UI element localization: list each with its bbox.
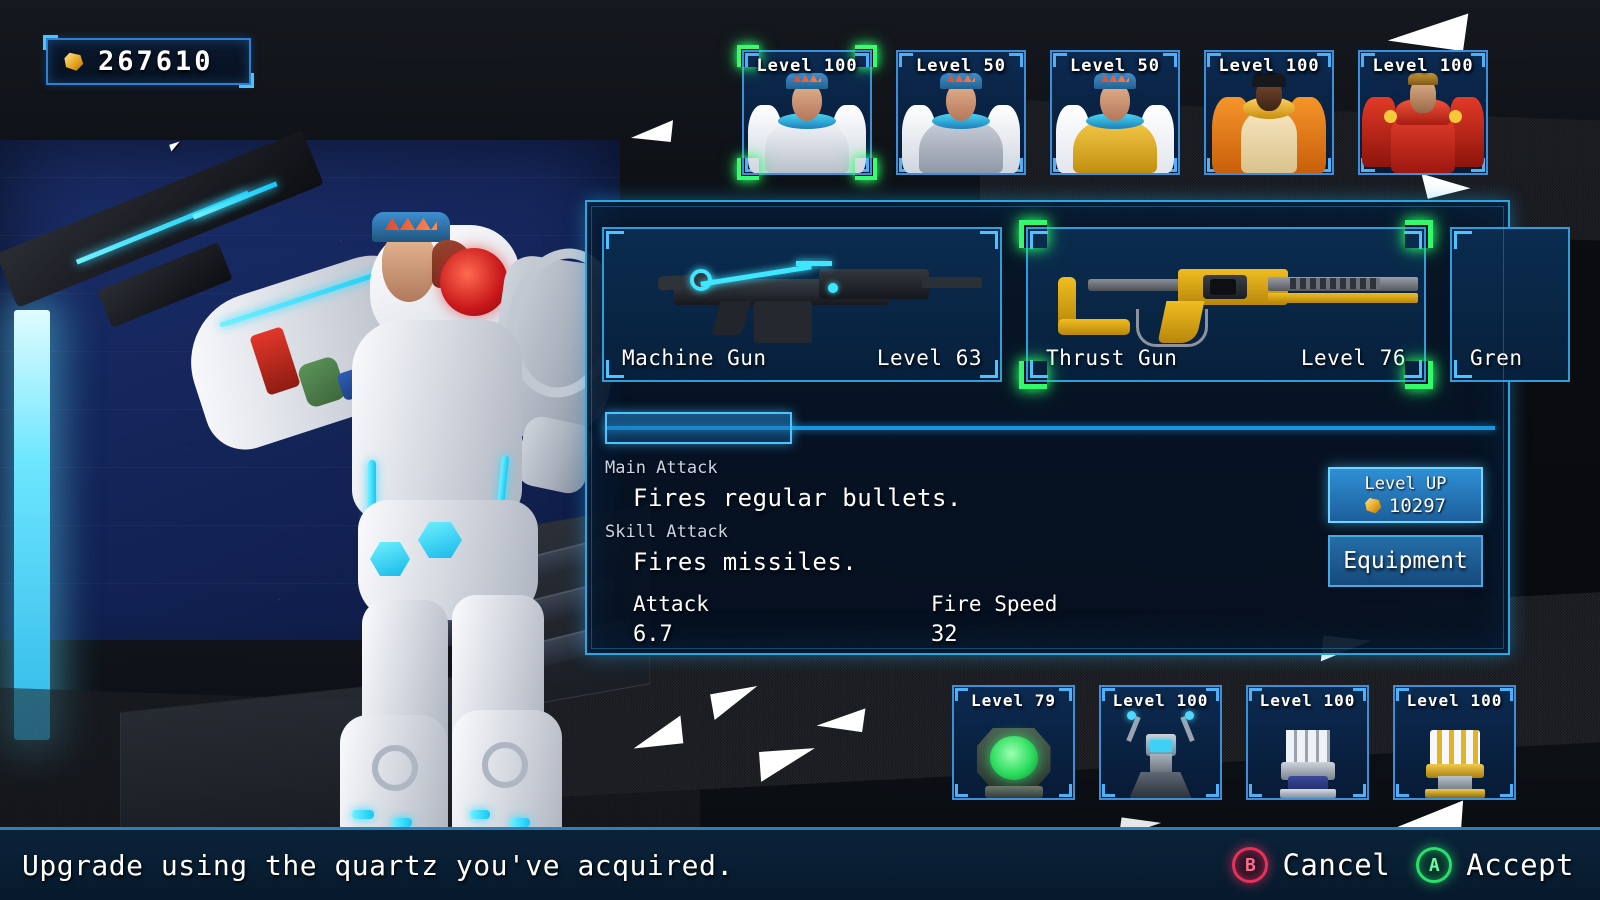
character-model [0, 130, 631, 865]
equipment-level-label: Level 100 [1259, 691, 1356, 710]
cancel-label: Cancel [1282, 848, 1391, 882]
level-up-button[interactable]: Level UP 10297 [1328, 467, 1483, 523]
attack-stat: Attack 6.7 [633, 592, 903, 647]
level-up-cost: 10297 [1388, 494, 1447, 517]
weapon-image-machine-gun [604, 247, 1000, 347]
leg-glow-2 [392, 818, 412, 827]
bottom-bar: Upgrade using the quartz you've acquired… [0, 827, 1600, 900]
equipment-slot-1[interactable]: Level 100 [1099, 685, 1222, 800]
character-art [1360, 69, 1486, 173]
level-up-label: Level UP [1364, 473, 1447, 494]
equipment-row[interactable]: Level 79 Level 100 Level 100 Level 100 [952, 685, 1516, 800]
character-art [1052, 69, 1178, 173]
equipment-level-label: Level 79 [970, 691, 1057, 710]
currency-display: 267610 [43, 35, 254, 88]
experience-fill [605, 412, 792, 444]
equipment-slot-2[interactable]: Level 100 [1246, 685, 1369, 800]
character-level-label: Level 100 [1372, 56, 1474, 76]
quartz-icon [64, 52, 84, 71]
character-portrait-2[interactable]: Level 50 [1050, 50, 1180, 175]
currency-value: 267610 [98, 46, 214, 77]
character-level-label: Level 100 [756, 56, 858, 76]
knee-ring-right [482, 742, 528, 788]
weapon-image-thrust-gun [1028, 247, 1424, 347]
character-portrait-3[interactable]: Level 100 [1204, 50, 1334, 175]
debris-triangle-5 [630, 715, 684, 749]
corner-icon [1404, 360, 1422, 378]
fire-speed-value: 32 [931, 622, 958, 647]
equipment-level-label: Level 100 [1406, 691, 1503, 710]
weapon-level: Level 76 [1300, 346, 1406, 370]
weapon-card-grenade[interactable]: Gren [1450, 227, 1570, 382]
hint-text: Upgrade using the quartz you've acquired… [22, 848, 734, 882]
accept-prompt[interactable]: A Accept [1416, 847, 1574, 883]
cancel-prompt[interactable]: B Cancel [1232, 847, 1390, 883]
corner-icon [980, 360, 998, 378]
attack-label: Attack [633, 592, 709, 616]
debris-triangle-7 [759, 748, 817, 782]
character-level-label: Level 100 [1218, 56, 1320, 76]
character-portrait-4[interactable]: Level 100 [1358, 50, 1488, 175]
quartz-icon [1365, 498, 1382, 514]
fire-speed-stat: Fire Speed 32 [931, 592, 1201, 647]
attack-value: 6.7 [633, 622, 673, 647]
equipment-label: Equipment [1343, 548, 1468, 574]
a-button-icon: A [1416, 847, 1453, 883]
leg-glow-1 [352, 810, 374, 819]
corner-icon [1454, 231, 1472, 249]
equipment-button[interactable]: Equipment [1328, 535, 1483, 587]
equipment-art-gold-turret [1395, 716, 1514, 798]
character-portrait-row[interactable]: Level 100 Level 50 Level 50 Level 100 Le… [737, 45, 1488, 180]
level-up-cost-row: 10297 [1365, 495, 1446, 517]
b-button-icon: B [1232, 847, 1269, 883]
accept-label: Accept [1466, 848, 1574, 882]
equipment-level-label: Level 100 [1112, 691, 1209, 710]
weapon-card-row[interactable]: Machine Gun Level 63 Thrust Gun Level 76… [602, 220, 1570, 389]
debris-triangle-3 [630, 115, 674, 143]
character-level-label: Level 50 [1070, 56, 1160, 76]
character-art [898, 69, 1024, 173]
weapon-name: Gren [1470, 346, 1523, 370]
weapon-name: Thrust Gun [1046, 346, 1178, 370]
numeric-stats-grid: Attack 6.7 Fire Speed 32 [605, 592, 1495, 647]
button-prompts: B Cancel A Accept [1232, 847, 1574, 883]
weapon-upgrade-panel: Machine Gun Level 63 Thrust Gun Level 76… [585, 200, 1570, 655]
experience-bar [605, 412, 1495, 444]
equipment-art-launcher [1248, 716, 1367, 798]
character-art [744, 69, 870, 173]
equipment-slot-3[interactable]: Level 100 [1393, 685, 1516, 800]
fire-speed-label: Fire Speed [931, 592, 1058, 616]
character-level-label: Level 50 [916, 56, 1006, 76]
equipment-slot-0[interactable]: Level 79 [952, 685, 1075, 800]
chest-emblem [440, 248, 508, 316]
equipment-art-shield [954, 716, 1073, 798]
knee-ring-left [372, 745, 418, 791]
weapon-level: Level 63 [876, 346, 982, 370]
character-portrait-0[interactable]: Level 100 [737, 45, 877, 180]
equipment-art-antenna [1101, 711, 1220, 798]
character-art [1206, 69, 1332, 173]
weapon-card-machine-gun[interactable]: Machine Gun Level 63 [602, 227, 1002, 382]
weapon-name: Machine Gun [622, 346, 767, 370]
weapon-card-thrust-gun[interactable]: Thrust Gun Level 76 [1019, 220, 1433, 389]
character-portrait-1[interactable]: Level 50 [896, 50, 1026, 175]
leg-glow-4 [510, 818, 530, 827]
torso [352, 320, 522, 520]
leg-glow-3 [470, 810, 490, 819]
